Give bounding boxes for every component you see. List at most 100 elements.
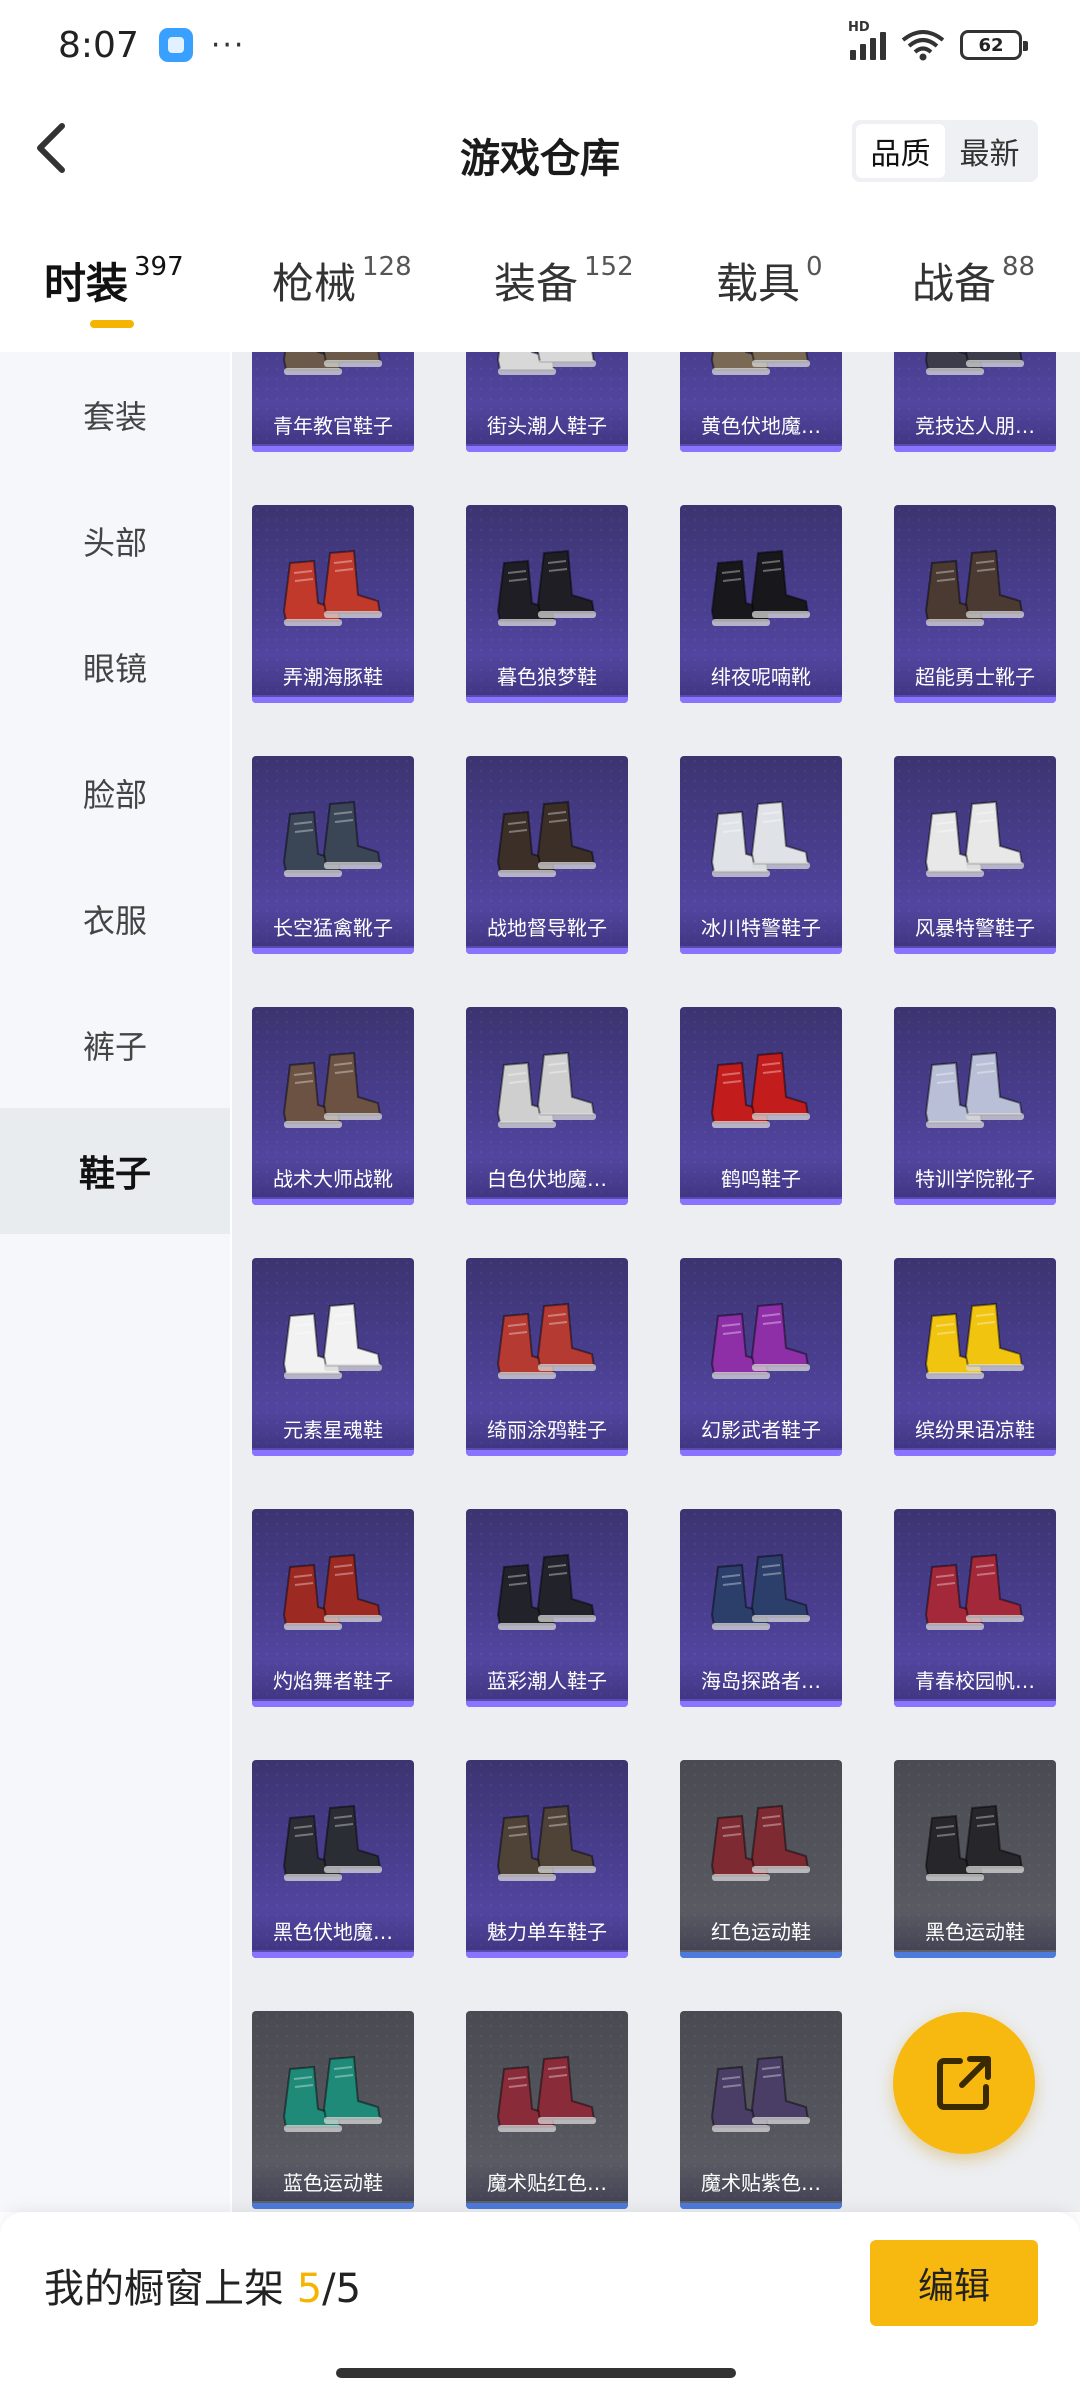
rarity-bar <box>466 1952 628 1958</box>
item-card[interactable]: 超能勇士靴子 <box>894 505 1056 703</box>
item-card[interactable]: 黄色伏地魔… <box>680 352 842 452</box>
shoe-icon <box>496 1804 596 1881</box>
rarity-bar <box>252 1701 414 1707</box>
item-card[interactable]: 魔术贴紫色… <box>680 2011 842 2209</box>
tab-label: 枪械 <box>272 259 357 308</box>
shoe-icon <box>496 2055 596 2132</box>
item-card[interactable]: 战术大师战靴 <box>252 1007 414 1205</box>
sidebar-item-clothes[interactable]: 衣服 <box>0 856 230 982</box>
shoe-icon <box>282 1051 382 1128</box>
item-card[interactable]: 绯夜呢喃靴 <box>680 505 842 703</box>
active-tab-indicator <box>90 320 134 328</box>
item-card[interactable]: 黑色伏地魔… <box>252 1760 414 1958</box>
item-card[interactable]: 风暴特警鞋子 <box>894 756 1056 954</box>
share-button[interactable] <box>893 2012 1035 2154</box>
item-card[interactable]: 鹤鸣鞋子 <box>680 1007 842 1205</box>
item-card[interactable]: 战地督导靴子 <box>466 756 628 954</box>
sidebar-item-outfit[interactable]: 套装 <box>0 352 230 478</box>
rarity-bar <box>252 1952 414 1958</box>
item-name: 黑色运动鞋 <box>894 1910 1056 1950</box>
item-name: 绯夜呢喃靴 <box>680 655 842 695</box>
item-card[interactable]: 缤纷果语凉鞋 <box>894 1258 1056 1456</box>
sort-newest-button[interactable]: 最新 <box>945 124 1034 178</box>
rarity-bar <box>252 1199 414 1205</box>
rarity-bar <box>252 2203 414 2209</box>
item-card[interactable]: 红色运动鞋 <box>680 1760 842 1958</box>
item-card[interactable]: 特训学院靴子 <box>894 1007 1056 1205</box>
item-name: 战术大师战靴 <box>252 1157 414 1197</box>
item-card[interactable]: 魅力单车鞋子 <box>466 1760 628 1958</box>
rarity-bar <box>466 1701 628 1707</box>
rarity-bar <box>680 1952 842 1958</box>
tab-fashion[interactable]: 时装 397 <box>44 250 272 340</box>
rarity-bar <box>680 697 842 703</box>
home-indicator <box>336 2368 736 2378</box>
shoe-icon <box>496 549 596 626</box>
tab-vehicles[interactable]: 载具 0 <box>716 250 912 340</box>
shoe-icon <box>924 549 1024 626</box>
wifi-icon <box>901 30 945 61</box>
rarity-bar <box>894 1199 1056 1205</box>
item-name: 长空猛禽靴子 <box>252 906 414 946</box>
item-card[interactable]: 弄潮海豚鞋 <box>252 505 414 703</box>
item-name: 红色运动鞋 <box>680 1910 842 1950</box>
rarity-bar <box>894 1952 1056 1958</box>
more-notifications-icon: ··· <box>210 27 246 63</box>
item-name: 蓝彩潮人鞋子 <box>466 1659 628 1699</box>
sidebar-item-head[interactable]: 头部 <box>0 478 230 604</box>
tab-label: 装备 <box>494 259 579 308</box>
item-card[interactable]: 竞技达人朋… <box>894 352 1056 452</box>
rarity-bar <box>680 2203 842 2209</box>
shoe-icon <box>710 352 810 375</box>
shoe-icon <box>282 352 382 375</box>
item-card[interactable]: 魔术贴红色… <box>466 2011 628 2209</box>
tab-count: 397 <box>134 252 184 282</box>
tab-count: 152 <box>584 252 634 282</box>
item-name: 黄色伏地魔… <box>680 404 842 444</box>
item-card[interactable]: 冰川特警鞋子 <box>680 756 842 954</box>
status-bar: 8:07 ··· HD 62 <box>0 0 1080 90</box>
shoe-icon <box>924 1553 1024 1630</box>
rarity-bar <box>680 948 842 954</box>
rarity-bar <box>252 697 414 703</box>
tab-weapons[interactable]: 枪械 128 <box>272 250 494 340</box>
item-card[interactable]: 青年教官鞋子 <box>252 352 414 452</box>
item-card[interactable]: 蓝彩潮人鞋子 <box>466 1509 628 1707</box>
item-card[interactable]: 黑色运动鞋 <box>894 1760 1056 1958</box>
item-card[interactable]: 海岛探路者… <box>680 1509 842 1707</box>
item-card[interactable]: 绮丽涂鸦鞋子 <box>466 1258 628 1456</box>
battery-level: 62 <box>978 34 1004 56</box>
showcase-count: 5 <box>296 2266 323 2312</box>
item-card[interactable]: 蓝色运动鞋 <box>252 2011 414 2209</box>
sort-quality-button[interactable]: 品质 <box>856 124 945 178</box>
rarity-bar <box>680 1701 842 1707</box>
item-card[interactable]: 元素星魂鞋 <box>252 1258 414 1456</box>
item-name: 魔术贴紫色… <box>680 2161 842 2201</box>
item-card[interactable]: 街头潮人鞋子 <box>466 352 628 452</box>
shoe-icon <box>710 1804 810 1881</box>
item-card[interactable]: 青春校园帆… <box>894 1509 1056 1707</box>
header: 游戏仓库 品质 最新 <box>0 90 1080 210</box>
sidebar-item-pants[interactable]: 裤子 <box>0 982 230 1108</box>
item-card[interactable]: 灼焰舞者鞋子 <box>252 1509 414 1707</box>
sidebar-item-face[interactable]: 脸部 <box>0 730 230 856</box>
subcategory-sidebar: 套装 头部 眼镜 脸部 衣服 裤子 鞋子 <box>0 352 230 2212</box>
item-card[interactable]: 白色伏地魔… <box>466 1007 628 1205</box>
sidebar-item-glasses[interactable]: 眼镜 <box>0 604 230 730</box>
rarity-bar <box>466 1199 628 1205</box>
item-card[interactable]: 幻影武者鞋子 <box>680 1258 842 1456</box>
tab-supplies[interactable]: 战备 88 <box>912 250 1072 340</box>
rarity-bar <box>466 948 628 954</box>
shoe-icon <box>496 800 596 877</box>
item-name: 鹤鸣鞋子 <box>680 1157 842 1197</box>
showcase-total: /5 <box>322 2266 362 2312</box>
tab-equipment[interactable]: 装备 152 <box>494 250 716 340</box>
sidebar-item-shoes[interactable]: 鞋子 <box>0 1108 230 1234</box>
item-card[interactable]: 长空猛禽靴子 <box>252 756 414 954</box>
shoe-icon <box>710 800 810 877</box>
tab-label: 载具 <box>716 259 801 308</box>
item-name: 青年教官鞋子 <box>252 404 414 444</box>
edit-button[interactable]: 编辑 <box>870 2240 1038 2326</box>
shoe-icon <box>496 1553 596 1630</box>
item-card[interactable]: 暮色狼梦鞋 <box>466 505 628 703</box>
